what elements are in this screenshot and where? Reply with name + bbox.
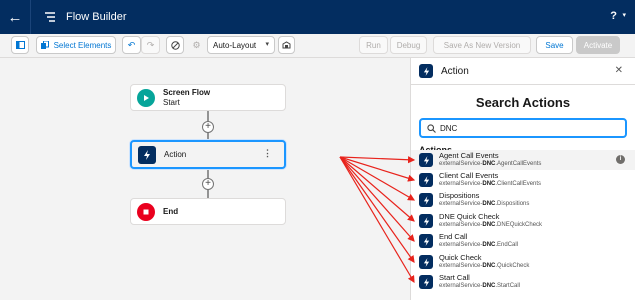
- lightning-icon: [419, 173, 433, 187]
- lightning-icon: [138, 145, 156, 164]
- action-result-item[interactable]: Start Call externalService-DNC.StartCall: [411, 272, 635, 292]
- stop-icon: [137, 202, 155, 221]
- undo-icon: ↶: [127, 39, 136, 50]
- lightning-icon: [419, 275, 433, 289]
- chevron-down-icon: ▾: [265, 41, 269, 48]
- flow-canvas[interactable]: Screen Flow Start + Action ⋮ + End: [0, 58, 410, 300]
- select-elements-button[interactable]: Select Elements: [36, 36, 116, 54]
- info-icon[interactable]: i: [616, 155, 625, 164]
- start-node-title: Screen Flow: [163, 87, 211, 97]
- start-node-subtitle: Start: [163, 97, 180, 107]
- lightning-icon: [419, 255, 433, 269]
- lightning-icon: [419, 214, 433, 228]
- action-result-item[interactable]: Dispositions externalService-DNC.Disposit…: [411, 190, 635, 210]
- save-button[interactable]: Save: [536, 36, 573, 54]
- play-icon: [137, 88, 155, 107]
- layout-select[interactable]: Auto-Layout ▾: [207, 36, 275, 54]
- zoom-to-fit-button[interactable]: [278, 36, 295, 54]
- action-result-item[interactable]: DNE Quick Check externalService-DNC.DNEQu…: [411, 211, 635, 231]
- lightning-icon: [419, 64, 433, 78]
- close-icon[interactable]: ✕: [615, 65, 623, 76]
- action-result-item[interactable]: Quick Check externalService-DNC.QuickChec…: [411, 252, 635, 272]
- panel-header-title: Action: [441, 65, 469, 77]
- action-result-api-name: externalService-DNC.AgentCallEvents: [439, 161, 542, 167]
- save-as-new-version-button[interactable]: Save As New Version: [433, 36, 531, 54]
- select-elements-label: Select Elements: [53, 40, 112, 50]
- copy-icon: [40, 41, 49, 49]
- redo-button[interactable]: ↷: [141, 36, 160, 54]
- gear-icon: ⚙: [192, 39, 201, 50]
- action-result-name: DNE Quick Check: [439, 212, 500, 221]
- start-node[interactable]: Screen Flow Start: [130, 84, 286, 111]
- action-result-name: Client Call Events: [439, 171, 499, 180]
- action-result-name: Quick Check: [439, 253, 482, 262]
- search-actions-heading: Search Actions: [475, 95, 571, 110]
- action-panel: Action ✕ Search Actions DNC Actions Agen…: [410, 58, 635, 300]
- action-result-api-name: externalService-DNC.Dispositions: [439, 201, 530, 207]
- back-arrow-icon: ←: [7, 8, 23, 26]
- panel-left-icon: [15, 41, 25, 49]
- action-result-name: Start Call: [439, 273, 470, 282]
- global-header: ← Flow Builder ? ▾: [0, 0, 635, 34]
- settings-button[interactable]: ⚙: [189, 36, 204, 54]
- run-button[interactable]: Run: [359, 36, 388, 54]
- search-icon: [427, 123, 436, 133]
- end-node-title: End: [163, 206, 179, 216]
- lightning-icon: [419, 234, 433, 248]
- debug-label: Debug: [396, 40, 421, 50]
- ban-icon: [170, 40, 180, 50]
- plus-icon: +: [205, 121, 211, 132]
- help-button[interactable]: ?: [610, 10, 617, 22]
- save-as-new-version-label: Save As New Version: [443, 40, 521, 50]
- layout-select-value: Auto-Layout: [213, 40, 257, 50]
- run-label: Run: [366, 40, 381, 50]
- search-input[interactable]: DNC: [419, 118, 627, 138]
- back-button[interactable]: ←: [0, 0, 30, 34]
- action-result-api-name: externalService-DNC.EndCall: [439, 242, 519, 248]
- redo-icon: ↷: [146, 39, 155, 50]
- activate-button[interactable]: Activate: [576, 36, 620, 54]
- add-element-button[interactable]: +: [202, 178, 214, 190]
- action-result-api-name: externalService-DNC.StartCall: [439, 283, 521, 289]
- header-divider: [30, 0, 31, 34]
- lightning-icon: [419, 153, 433, 167]
- app-title: Flow Builder: [66, 11, 127, 23]
- toggle-toolbox-button[interactable]: [11, 36, 29, 54]
- add-element-button[interactable]: +: [202, 121, 214, 133]
- action-node-title: Action: [164, 149, 187, 159]
- action-result-name: End Call: [439, 232, 468, 241]
- fit-icon: [282, 41, 291, 49]
- chevron-down-icon[interactable]: ▾: [622, 11, 626, 19]
- activate-label: Activate: [583, 40, 613, 50]
- panel-header: Action ✕: [411, 58, 635, 85]
- action-result-item[interactable]: Agent Call Events externalService-DNC.Age…: [411, 150, 635, 170]
- lightning-icon: [419, 193, 433, 207]
- more-options-icon[interactable]: ⋮: [263, 148, 272, 159]
- errors-button[interactable]: [166, 36, 184, 54]
- action-result-item[interactable]: Client Call Events externalService-DNC.Cl…: [411, 170, 635, 190]
- end-node[interactable]: End: [130, 198, 286, 225]
- search-input-value: DNC: [440, 123, 458, 133]
- flow-icon: [45, 12, 55, 22]
- action-result-api-name: externalService-DNC.DNEQuickCheck: [439, 222, 543, 228]
- action-result-name: Agent Call Events: [439, 151, 499, 160]
- action-result-item[interactable]: End Call externalService-DNC.EndCall: [411, 231, 635, 251]
- toolbar: Select Elements ↶ ↷ ⚙ Auto-Layout ▾ Run …: [0, 34, 635, 58]
- action-result-name: Dispositions: [439, 191, 480, 200]
- action-node[interactable]: Action ⋮: [130, 140, 286, 169]
- action-result-api-name: externalService-DNC.ClientCallEvents: [439, 181, 542, 187]
- debug-button[interactable]: Debug: [390, 36, 427, 54]
- action-result-api-name: externalService-DNC.QuickCheck: [439, 263, 530, 269]
- save-label: Save: [545, 40, 564, 50]
- undo-button[interactable]: ↶: [122, 36, 141, 54]
- plus-icon: +: [205, 178, 211, 189]
